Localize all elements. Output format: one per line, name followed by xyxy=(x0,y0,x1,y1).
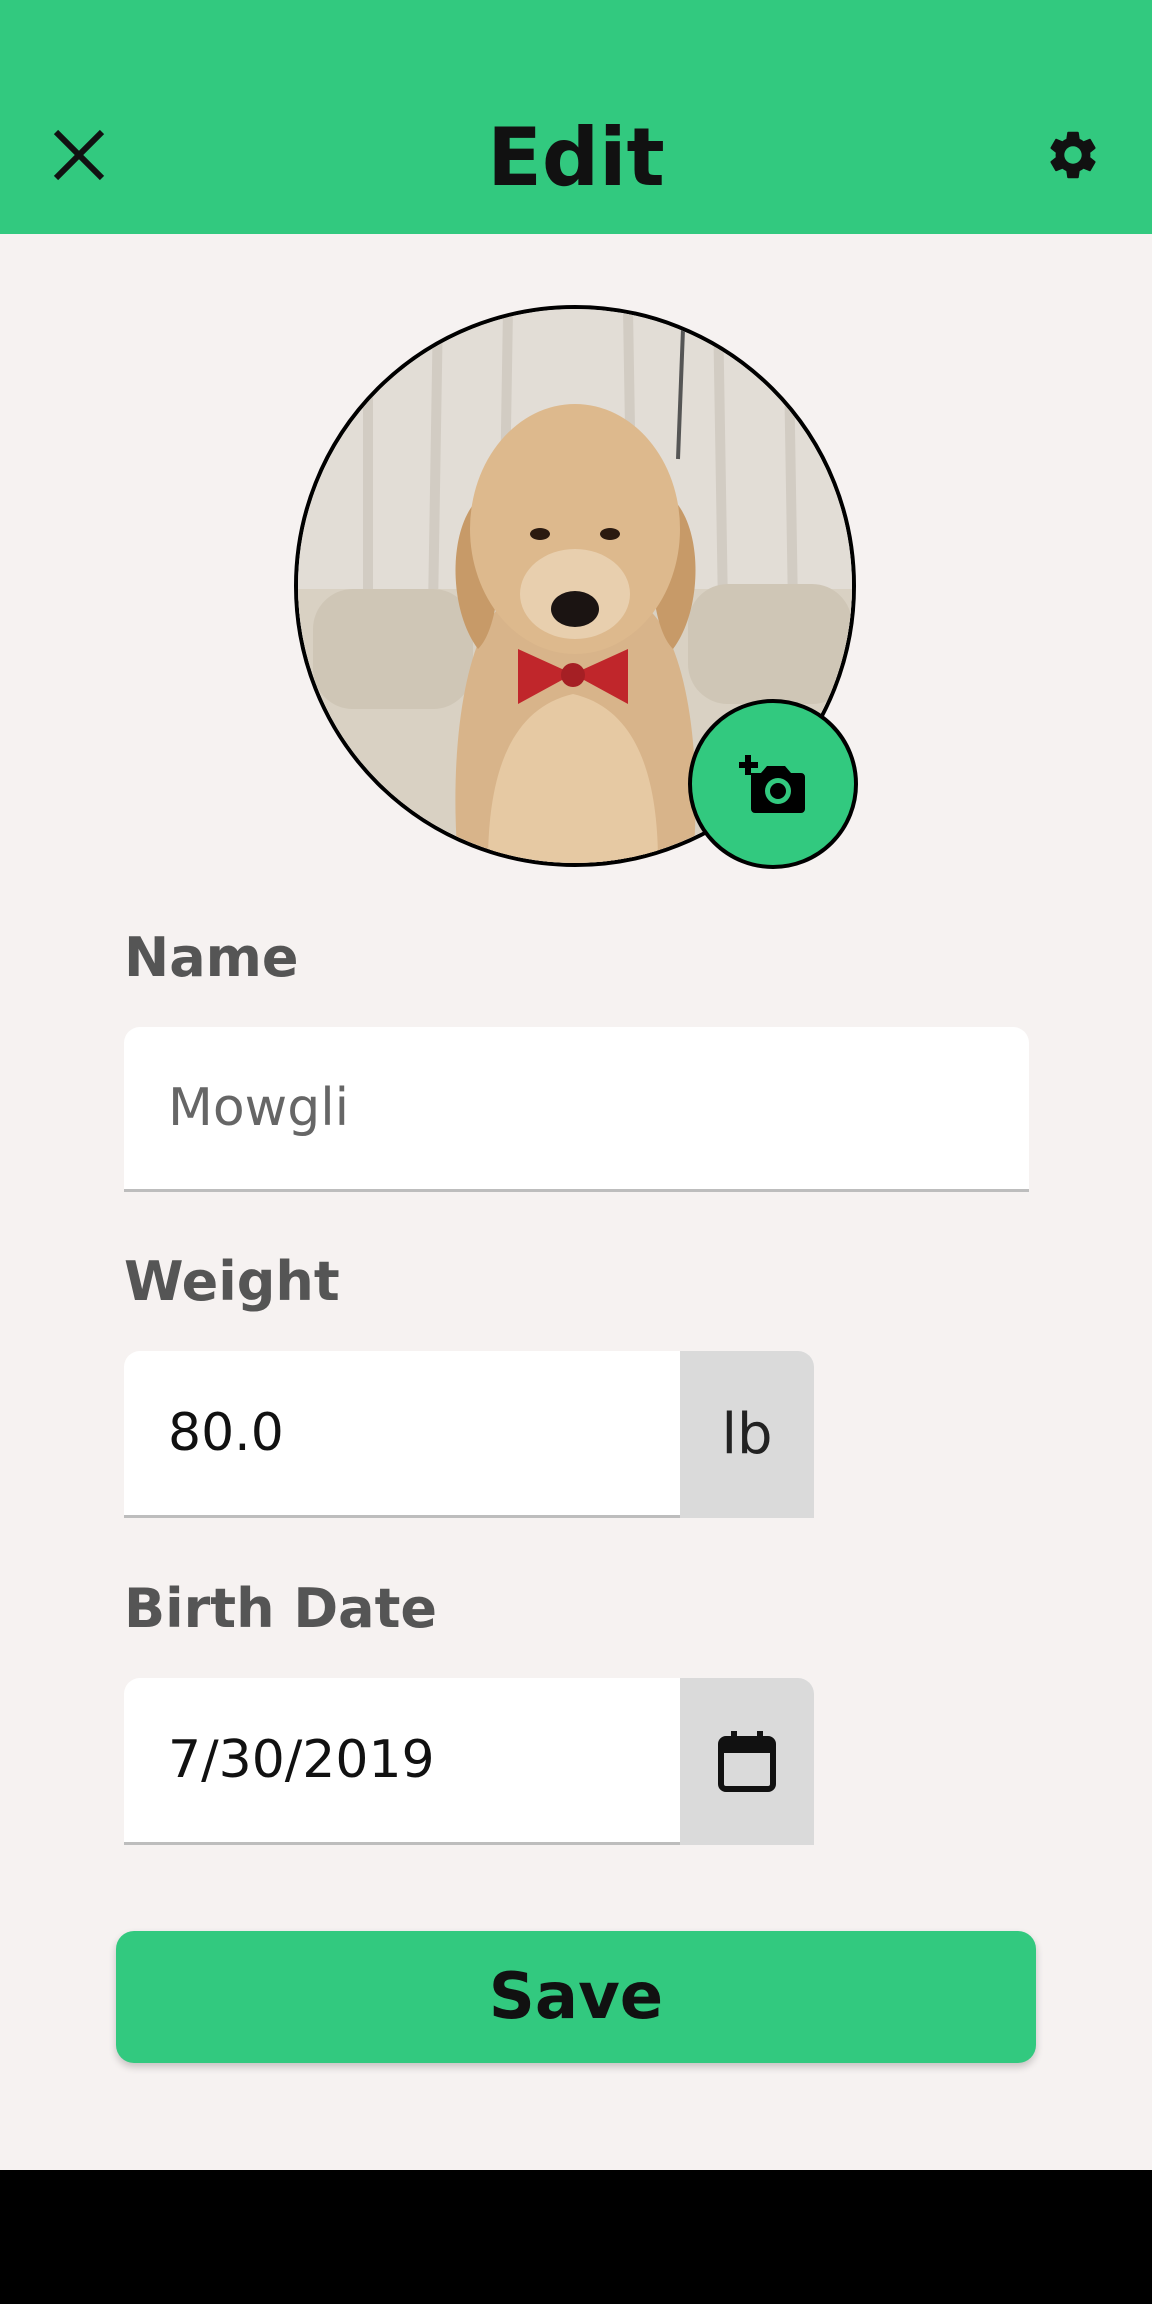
page-title: Edit xyxy=(487,111,665,204)
change-photo-button[interactable] xyxy=(688,699,858,869)
pet-photo-section xyxy=(294,305,858,869)
add-photo-icon xyxy=(739,755,805,813)
gear-icon xyxy=(1050,131,1096,179)
birth-date-value: 7/30/2019 xyxy=(168,1730,435,1790)
birth-date-label: Birth Date xyxy=(124,1577,438,1640)
app-header: Edit xyxy=(0,0,1152,234)
weight-unit: lb xyxy=(680,1351,814,1518)
system-navigation-bar xyxy=(0,2170,1152,2304)
weight-value: 80.0 xyxy=(168,1403,284,1463)
save-button[interactable]: Save xyxy=(116,1931,1036,2063)
name-label: Name xyxy=(124,926,299,989)
settings-button[interactable] xyxy=(1036,118,1110,192)
calendar-icon xyxy=(718,1730,776,1792)
weight-label: Weight xyxy=(124,1250,340,1313)
weight-field[interactable]: 80.0 lb xyxy=(124,1351,814,1518)
birth-date-field[interactable]: 7/30/2019 xyxy=(124,1678,814,1845)
calendar-button[interactable] xyxy=(680,1678,814,1845)
name-value: Mowgli xyxy=(168,1078,350,1138)
name-field[interactable]: Mowgli xyxy=(124,1027,1029,1192)
